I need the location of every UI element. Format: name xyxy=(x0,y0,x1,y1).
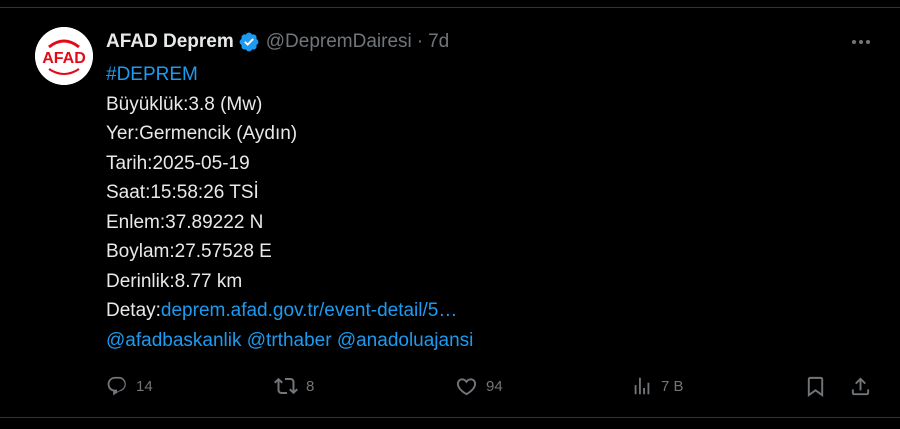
bookmark-icon xyxy=(804,375,827,398)
mentions-line: @afadbaskanlik @trthaber @anadoluajansi xyxy=(106,326,806,356)
afad-logo-icon: AFAD xyxy=(35,27,93,85)
reply-count: 14 xyxy=(136,377,153,395)
views-icon xyxy=(631,375,653,397)
handle[interactable]: @DepremDairesi xyxy=(266,31,412,53)
more-icon[interactable] xyxy=(846,30,876,54)
avatar-logo-text: AFAD xyxy=(42,50,86,67)
location-line: Yer:Germencik (Aydın) xyxy=(106,123,298,144)
latitude-line: Enlem:37.89222 N xyxy=(106,211,264,233)
date-line: Tarih:2025-05-19 xyxy=(106,152,250,174)
like-icon xyxy=(455,375,478,398)
top-divider xyxy=(0,0,900,8)
detail-link[interactable]: deprem.afad.gov.tr/event-detail/5… xyxy=(161,300,457,321)
like-button[interactable]: 94 xyxy=(455,372,503,400)
separator-dot: · xyxy=(416,31,424,52)
reply-icon xyxy=(106,375,128,397)
reply-button[interactable]: 14 xyxy=(106,372,153,400)
share-icon xyxy=(849,375,872,398)
like-count: 94 xyxy=(486,377,503,395)
views-button[interactable]: 7 B xyxy=(631,372,684,400)
detail-line: Detay:deprem.afad.gov.tr/event-detail/5… xyxy=(106,296,806,326)
timestamp[interactable]: 7d xyxy=(428,31,449,53)
mention-afadbaskanlik[interactable]: @afadbaskanlik xyxy=(106,330,241,351)
verified-badge-icon xyxy=(238,31,260,53)
bottom-divider xyxy=(0,417,900,418)
mention-trthaber[interactable]: @trthaber xyxy=(247,330,332,351)
repost-button[interactable]: 8 xyxy=(274,372,314,400)
mention-anadoluajansi[interactable]: @anadoluajansi xyxy=(337,330,474,351)
magnitude-line: Büyüklük:3.8 (Mw) xyxy=(106,93,263,115)
longitude-line: Boylam:27.57528 E xyxy=(106,241,272,262)
share-button[interactable] xyxy=(849,372,872,400)
time-line: Saat:15:58:26 TSİ xyxy=(106,182,259,203)
repost-icon xyxy=(274,374,298,398)
views-count: 7 B xyxy=(661,377,684,395)
bookmark-button[interactable] xyxy=(804,372,827,400)
avatar[interactable]: AFAD xyxy=(35,27,93,85)
depth-line: Derinlik:8.77 km xyxy=(106,270,243,292)
action-bar: 14 8 94 7 B xyxy=(106,372,876,400)
tweet-header: AFAD Deprem @DepremDairesi · 7d xyxy=(106,30,449,54)
display-name[interactable]: AFAD Deprem xyxy=(106,31,234,53)
repost-count: 8 xyxy=(306,377,315,395)
hashtag-link[interactable]: #DEPREM xyxy=(106,64,198,85)
tweet-text: #DEPREM Büyüklük:3.8 (Mw) Yer:Germencik … xyxy=(106,60,806,355)
detail-label: Detay: xyxy=(106,300,161,321)
